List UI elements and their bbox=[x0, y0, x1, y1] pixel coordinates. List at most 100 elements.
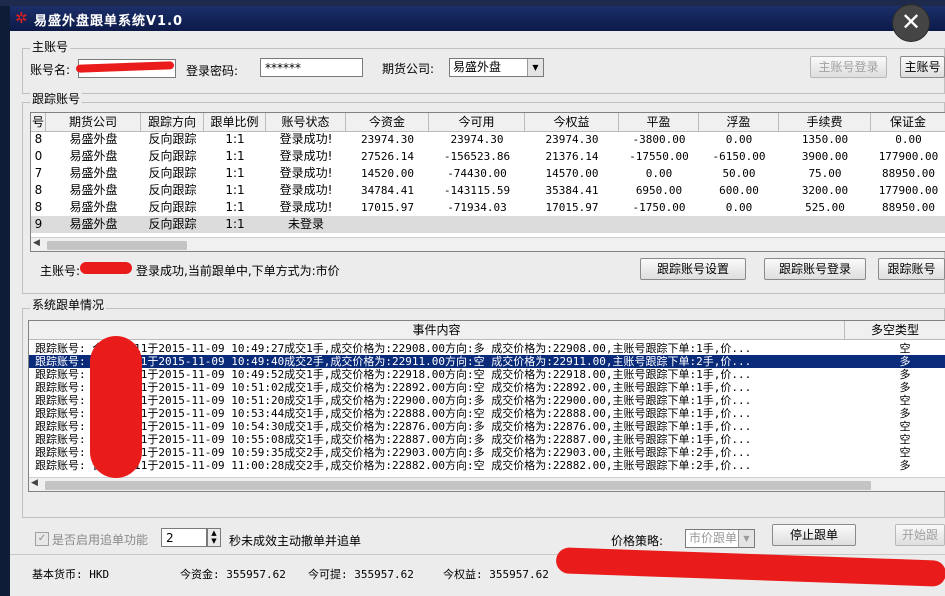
table-row[interactable]: 8 易盛外盘 反向跟踪 1:1 登录成功! 17015.97 -71934.03 17015.… bbox=[31, 199, 945, 216]
table-row[interactable]: 7 易盛外盘 反向跟踪 1:1 登录成功! 14520.00 -74430.00 14570.… bbox=[31, 165, 945, 182]
table-cell: 1350.00 bbox=[801, 133, 849, 146]
column-header[interactable]: 号 bbox=[31, 113, 46, 131]
column-header[interactable]: 保证金 bbox=[871, 113, 945, 131]
table-cell: 8 bbox=[34, 132, 43, 146]
scroll-left-icon[interactable]: ◀ bbox=[33, 238, 40, 248]
table-cell: 0.00 bbox=[895, 133, 922, 146]
table-cell: 0 bbox=[34, 149, 43, 163]
password-label: 登录密码: bbox=[186, 64, 239, 78]
password-input[interactable]: ****** bbox=[260, 58, 363, 77]
table-cell: -74430.00 bbox=[447, 167, 507, 180]
log-event-text: 跟踪账号: 合约:1511于2015-11-09 10:51:20成交1手,成交… bbox=[35, 394, 752, 407]
column-header[interactable]: 今可用 bbox=[429, 113, 525, 131]
list-item[interactable]: 跟踪账号: 合约:1511于2015-11-09 10:59:35成交2手,成交… bbox=[29, 446, 945, 459]
status-equity: 今权益: 355957.62 bbox=[443, 568, 549, 581]
column-header[interactable]: 账号状态 bbox=[266, 113, 346, 131]
log-event-text: 跟踪账号: 合约:1511于2015-11-09 10:49:40成交2手,成交… bbox=[35, 355, 752, 368]
account-name-label: 账号名: bbox=[30, 63, 71, 77]
title-bar[interactable]: ✲ 易盛外盘跟单系统V1.0 bbox=[10, 6, 945, 31]
table-cell: 反向跟踪 bbox=[148, 132, 197, 146]
list-item[interactable]: 跟踪账号: 合约:1511于2015-11-09 10:53:44成交1手,成交… bbox=[29, 407, 945, 420]
futures-company-select[interactable]: 易盛外盘 ▼ bbox=[449, 58, 544, 77]
table-row[interactable]: 0 易盛外盘 反向跟踪 1:1 登录成功! 27526.14 -156523.86 21376… bbox=[31, 148, 945, 165]
follow-account-settings-button[interactable]: 跟踪账号设置 bbox=[640, 258, 746, 280]
column-header[interactable]: 跟踪方向 bbox=[141, 113, 204, 131]
table-cell: 75.00 bbox=[808, 167, 842, 180]
column-header[interactable]: 期货公司 bbox=[46, 113, 141, 131]
table-cell: 8 bbox=[34, 200, 43, 214]
column-header[interactable]: 跟单比例 bbox=[204, 113, 266, 131]
scroll-thumb[interactable] bbox=[47, 241, 187, 250]
column-header[interactable]: 今资金 bbox=[346, 113, 429, 131]
start-follow-button[interactable]: 开始跟 bbox=[895, 524, 945, 546]
list-item[interactable]: 跟踪账号: 合约:1511于2015-11-09 11:00:28成交2手,成交… bbox=[29, 459, 945, 472]
log-event-text: 跟踪账号: 合约:1511于2015-11-09 10:49:27成交1手,成交… bbox=[35, 342, 752, 355]
column-header[interactable]: 今权益 bbox=[525, 113, 619, 131]
table-cell: -143115.59 bbox=[443, 184, 511, 197]
main-window: ✲ 易盛外盘跟单系统V1.0 主账号 账号名: 登录密码: ****** 期货公… bbox=[10, 6, 945, 596]
follow-account-more-button[interactable]: 跟踪账号 bbox=[878, 258, 945, 280]
price-strategy-select[interactable]: 市价跟单 ▼ bbox=[685, 529, 755, 548]
table-cell: 14570.00 bbox=[545, 167, 599, 180]
main-account-login-button[interactable]: 主账号登录 bbox=[810, 56, 887, 78]
main-account-button[interactable]: 主账号 bbox=[900, 56, 945, 78]
chase-seconds-stepper[interactable]: ▲ ▼ bbox=[207, 528, 221, 547]
log-event-text: 跟踪账号: 合约:1511于2015-11-09 11:00:28成交2手,成交… bbox=[35, 459, 752, 472]
main-account-status-text: 登录成功,当前跟单中,下单方式为:市价 bbox=[136, 264, 340, 278]
log-direction: 多 bbox=[899, 368, 911, 381]
follow-account-login-button[interactable]: 跟踪账号登录 bbox=[764, 258, 866, 280]
column-header[interactable]: 手续费 bbox=[779, 113, 871, 131]
log-direction: 空 bbox=[899, 446, 911, 459]
list-item[interactable]: 跟踪账号: 合约:1511于2015-11-09 10:49:40成交2手,成交… bbox=[29, 355, 945, 368]
system-log-table[interactable]: 事件内容 多空类型 跟踪账号: 合约:1511于2015-11-09 10:49… bbox=[28, 320, 945, 492]
table-cell: 17015.97 bbox=[545, 201, 599, 214]
log-direction: 空 bbox=[899, 394, 911, 407]
table-cell: 反向跟踪 bbox=[148, 149, 197, 163]
follow-account-group-label: 跟踪账号 bbox=[30, 90, 83, 107]
log-direction: 多 bbox=[899, 407, 911, 420]
table-cell: 登录成功! bbox=[279, 132, 333, 146]
chevron-down-icon[interactable]: ▼ bbox=[527, 59, 543, 76]
stepper-up-icon[interactable]: ▲ bbox=[208, 529, 220, 537]
chase-order-checkbox[interactable]: ✓ bbox=[35, 532, 49, 546]
column-header-event[interactable]: 事件内容 bbox=[29, 321, 845, 339]
table-cell bbox=[871, 216, 945, 233]
table-cell: -71934.03 bbox=[447, 201, 507, 214]
log-event-text: 跟踪账号: 合约:1511于2015-11-09 10:59:35成交2手,成交… bbox=[35, 446, 752, 459]
redaction-mark bbox=[80, 262, 132, 274]
scroll-thumb[interactable] bbox=[45, 481, 871, 490]
chase-seconds-input[interactable]: 2 bbox=[161, 528, 207, 547]
list-item[interactable]: 跟踪账号: 合约:1511于2015-11-09 10:55:08成交1手,成交… bbox=[29, 433, 945, 446]
table-row[interactable]: 8 易盛外盘 反向跟踪 1:1 登录成功! 34784.41 -143115.59 35384… bbox=[31, 182, 945, 199]
list-item[interactable]: 跟踪账号: 合约:1511于2015-11-09 10:54:30成交1手,成交… bbox=[29, 420, 945, 433]
list-item[interactable]: 跟踪账号: 合约:1511于2015-11-09 10:51:02成交1手,成交… bbox=[29, 381, 945, 394]
log-event-text: 跟踪账号: 合约:1511于2015-11-09 10:53:44成交1手,成交… bbox=[35, 407, 752, 420]
column-header[interactable]: 平盈 bbox=[619, 113, 699, 131]
table-cell: 9 bbox=[34, 217, 43, 231]
log-event-text: 跟踪账号: 合约:1511于2015-11-09 10:49:52成交1手,成交… bbox=[35, 368, 752, 381]
list-item[interactable]: 跟踪账号: 合约:1511于2015-11-09 10:49:27成交1手,成交… bbox=[29, 342, 945, 355]
close-icon[interactable]: ✕ bbox=[892, 4, 930, 42]
list-item[interactable]: 跟踪账号: 合约:1511于2015-11-09 10:51:20成交1手,成交… bbox=[29, 394, 945, 407]
table-cell: 1:1 bbox=[225, 217, 245, 231]
follow-account-table[interactable]: 号期货公司 跟踪方向 跟单比例 账号状态 今资金 今可用 今权益 平盈 浮盈 手续费 保证金 8 易盛… bbox=[30, 112, 945, 252]
list-item[interactable]: 跟踪账号: 合约:1511于2015-11-09 10:49:52成交1手,成交… bbox=[29, 368, 945, 381]
log-event-text: 跟踪账号: 合约:1511于2015-11-09 10:55:08成交1手,成交… bbox=[35, 433, 752, 446]
table-cell: 23974.30 bbox=[361, 133, 414, 146]
stepper-down-icon[interactable]: ▼ bbox=[208, 537, 220, 545]
table-cell: 35384.41 bbox=[545, 184, 599, 197]
chevron-down-icon[interactable]: ▼ bbox=[738, 530, 754, 547]
system-log-hscrollbar[interactable]: ◀ bbox=[29, 477, 945, 491]
table-row[interactable]: 8 易盛外盘 反向跟踪 1:1 登录成功! 23974.30 23974.30 23974.3… bbox=[31, 131, 945, 148]
scroll-left-icon[interactable]: ◀ bbox=[31, 478, 38, 488]
follow-account-hscrollbar[interactable]: ◀ bbox=[31, 237, 945, 251]
table-row[interactable]: 9 易盛外盘 反向跟踪 1:1 未登录 bbox=[31, 216, 945, 233]
column-header-direction[interactable]: 多空类型 bbox=[845, 321, 945, 339]
stop-follow-button[interactable]: 停止跟单 bbox=[772, 524, 856, 546]
table-cell: 易盛外盘 bbox=[69, 183, 118, 197]
table-cell: 525.00 bbox=[805, 201, 845, 214]
column-header[interactable]: 浮盈 bbox=[699, 113, 779, 131]
table-cell: -1750.00 bbox=[632, 201, 686, 214]
table-cell: 未登录 bbox=[287, 217, 324, 231]
system-log-group-label: 系统跟单情况 bbox=[30, 296, 107, 313]
